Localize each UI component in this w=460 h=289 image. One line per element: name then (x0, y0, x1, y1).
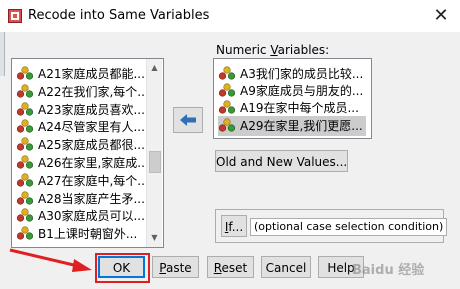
variable-label: A19在家中每个成员... (240, 101, 359, 116)
baidu-watermark: Baidu 经验 (352, 263, 425, 278)
variable-list-item[interactable]: A29在家里,我们更愿... (218, 115, 366, 136)
annotation-highlight-box (95, 253, 150, 283)
variable-label: A29在家里,我们更愿... (240, 118, 363, 133)
scale-variable-icon (16, 173, 34, 187)
scale-variable-icon (16, 190, 34, 205)
spss-app-icon (8, 9, 22, 23)
variable-label: B1上课时朝窗外... (38, 227, 138, 242)
scale-variable-icon (218, 100, 236, 114)
scale-variable-icon (16, 119, 34, 133)
scale-variable-icon (16, 101, 34, 116)
scroll-up-arrow-icon[interactable]: ▲ (147, 60, 162, 75)
variable-label: A28当家庭产生矛... (38, 191, 145, 206)
scroll-down-arrow-icon[interactable]: ▼ (147, 230, 162, 245)
variable-label: A3我们家的成员比较... (240, 67, 364, 81)
scale-variable-icon (16, 226, 34, 240)
variable-label: A27在家庭中,每个... (38, 173, 149, 188)
variable-label: A23家庭成员喜欢... (38, 102, 145, 117)
variable-label: A26在家里,家庭成... (38, 156, 149, 170)
old-and-new-values-button[interactable]: Old and New Values... (215, 150, 348, 172)
scale-variable-icon (16, 155, 34, 169)
variable-label: A30家庭成员可以... (38, 209, 145, 224)
reset-button[interactable]: Reset (207, 256, 254, 278)
scale-variable-icon (16, 137, 34, 151)
cancel-button[interactable]: Cancel (261, 256, 311, 278)
source-variable-list[interactable]: A21家庭成员都能... A22在我们家,每个... A23家庭成员喜欢... A24… (11, 58, 164, 248)
source-list-scrollbar[interactable]: ▲ ▼ (146, 59, 162, 247)
variable-label: A21家庭成员都能... (38, 67, 145, 81)
variable-label: A24尽管家里有人... (38, 120, 145, 135)
title-bar[interactable]: Recode into Same Variables ✕ (0, 0, 460, 32)
close-button[interactable]: ✕ (428, 4, 454, 28)
variable-list-item[interactable]: B1上课时朝窗外... (16, 224, 142, 244)
variable-label: A9家庭成员与朋友的... (240, 84, 364, 99)
if-condition-text: (optional case selection condition) (250, 218, 448, 236)
window-edge-handle (0, 32, 5, 76)
if-condition-group: If... (optional case selection condition… (215, 209, 448, 243)
scale-variable-icon (16, 84, 34, 98)
scale-variable-icon (218, 66, 236, 80)
if-button[interactable]: If... (221, 215, 247, 237)
scale-variable-icon (218, 117, 236, 132)
window-title: Recode into Same Variables (28, 8, 210, 23)
annotation-arrow-icon (9, 248, 92, 272)
arrow-left-icon (180, 114, 196, 126)
scroll-thumb[interactable] (149, 151, 161, 173)
scale-variable-icon (16, 208, 34, 222)
numeric-variables-label: Numeric Variables: (216, 43, 330, 57)
paste-button[interactable]: Paste (152, 256, 199, 278)
scale-variable-icon (16, 66, 34, 80)
variable-label: A22在我们家,每个... (38, 84, 149, 99)
scale-variable-icon (218, 83, 236, 97)
numeric-variables-list[interactable]: A3我们家的成员比较... A9家庭成员与朋友的... A19在家中每个成员... A… (213, 58, 372, 139)
move-variable-button[interactable] (173, 107, 203, 133)
variable-label: A25家庭成员都很... (38, 138, 145, 153)
